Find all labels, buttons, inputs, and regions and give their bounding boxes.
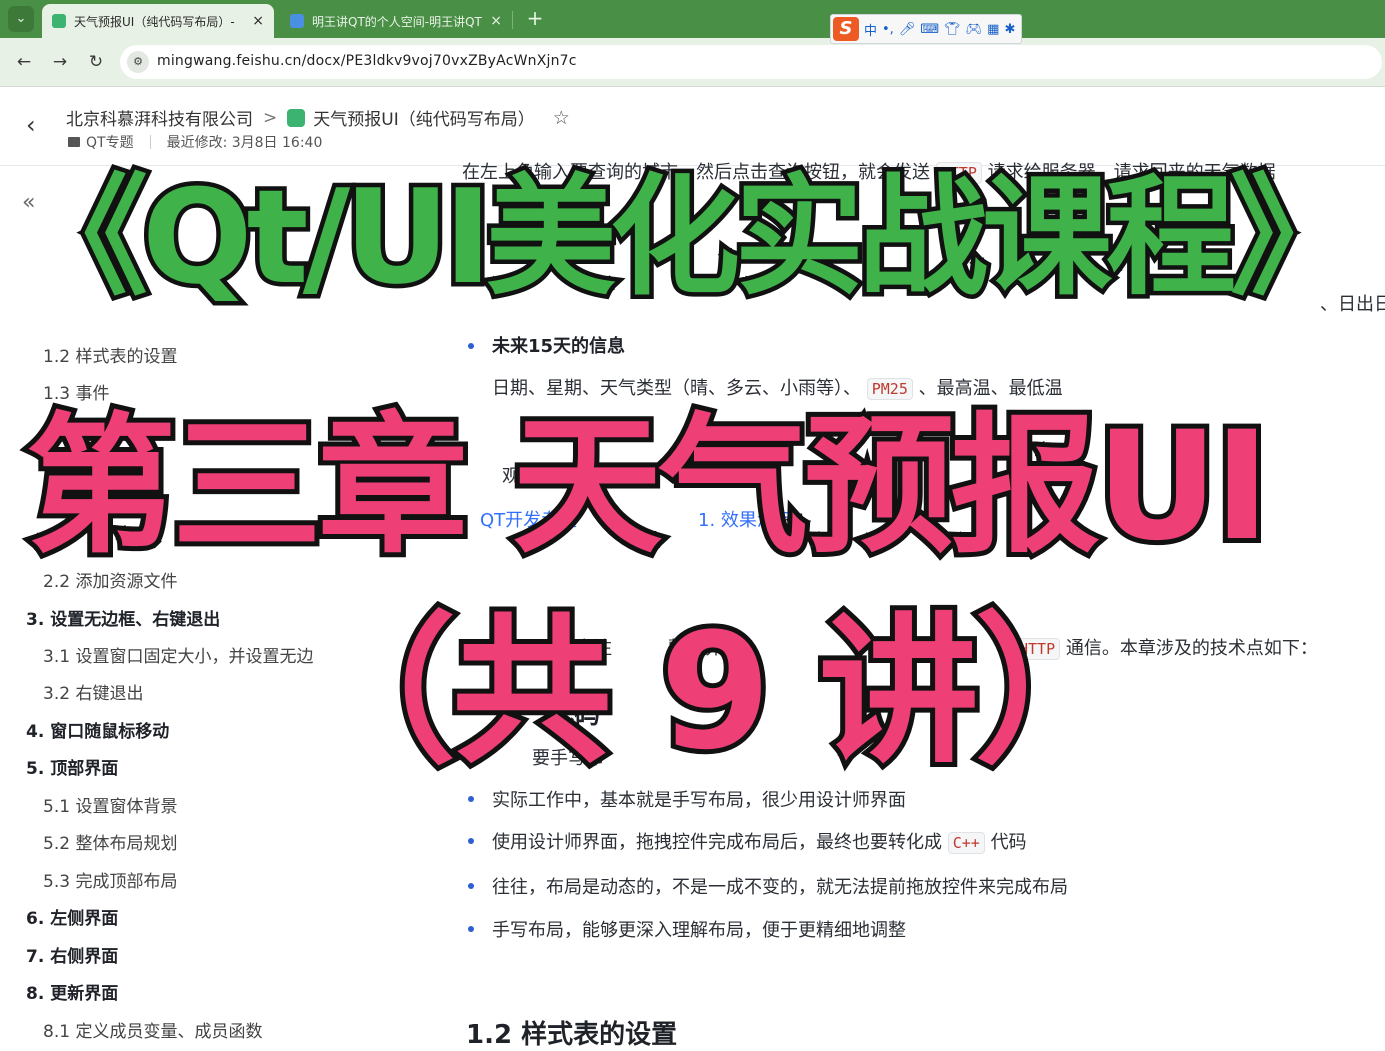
back-arrow-icon[interactable]: ←: [12, 50, 36, 74]
list-item: 实际工作中，基本就是手写布局，很少用设计师界面: [492, 790, 906, 811]
toc-item[interactable]: 8. 更新界面: [26, 979, 118, 1004]
punctuation-icon[interactable]: •,: [882, 22, 894, 37]
toc-item[interactable]: 8.1 定义成员变量、成员函数: [43, 1017, 262, 1042]
document-header: ‹ 北京科慕湃科技有限公司 > 天气预报UI（纯代码写布局） ☆ QT专题 最近…: [0, 87, 1385, 166]
breadcrumb-separator: >: [263, 107, 278, 128]
bullet-dot: [468, 883, 474, 889]
tab-divider: [512, 11, 513, 29]
list-item: 往往，布局是动态的，不是一成不变的，就无法提前拖放控件来完成布局: [492, 877, 1068, 898]
keyboard-icon[interactable]: ⌨: [920, 22, 939, 37]
sogou-logo-icon[interactable]: S: [833, 17, 859, 41]
text-run: 代码: [990, 832, 1027, 853]
url-text[interactable]: mingwang.feishu.cn/docx/PE3ldkv9voj70vxZ…: [157, 53, 577, 69]
tab-search-button[interactable]: ⌄: [8, 6, 34, 32]
toc-item[interactable]: 1.2 样式表的设置: [43, 342, 177, 367]
browser-toolbar: ← → ↻ ⚙ mingwang.feishu.cn/docx/PE3ldkv9…: [0, 38, 1385, 87]
list-item-heading: 未来15天的信息: [492, 336, 626, 357]
course-title-overlay: 《Qt/UI美化实战课程》: [13, 161, 1364, 313]
back-chevron-icon[interactable]: ‹: [26, 111, 36, 139]
toc-item[interactable]: 5.3 完成顶部布局: [43, 867, 177, 892]
list-item: 使用设计师界面，拖拽控件完成布局后，最终也要转化成 C++ 代码: [492, 828, 1027, 854]
forward-arrow-icon[interactable]: →: [48, 50, 72, 74]
space-icon: [290, 14, 304, 28]
text-run: 日期、星期、天气类型（晴、多云、小雨等）、: [492, 378, 861, 399]
toc-item[interactable]: 5.1 设置窗体背景: [43, 792, 177, 817]
toc-item[interactable]: 5. 顶部界面: [26, 754, 118, 779]
skin-icon[interactable]: 👕︎: [944, 22, 961, 37]
star-icon[interactable]: ☆: [553, 107, 570, 129]
ime-toolbar: S 中 •, 🎤︎ ⌨ 👕︎ 🎮︎ ▦ ✱: [830, 14, 1023, 44]
grid-icon[interactable]: ▦: [987, 22, 999, 37]
toc-item[interactable]: 5.2 整体布局规划: [43, 829, 177, 854]
toc-item[interactable]: 3.1 设置窗口固定大小，并设置无边: [43, 642, 313, 667]
bullet-dot: [468, 343, 474, 349]
site-info-icon[interactable]: ⚙: [127, 51, 149, 73]
doc-meta: QT专题 最近修改: 3月8日 16:40: [68, 132, 322, 152]
reload-icon[interactable]: ↻: [84, 50, 108, 74]
breadcrumb: 北京科慕湃科技有限公司 > 天气预报UI（纯代码写布局） ☆: [66, 105, 570, 131]
section-heading: 1.2 样式表的设置: [466, 1020, 678, 1050]
inline-code: C++: [947, 832, 985, 854]
bullet-dot: [468, 926, 474, 932]
tab-mingwang-space[interactable]: 明王讲QT的个人空间-明王讲QT ×: [280, 4, 512, 38]
address-bar[interactable]: ⚙ mingwang.feishu.cn/docx/PE3ldkv9voj70v…: [120, 45, 1382, 79]
new-tab-button[interactable]: +: [522, 6, 548, 32]
last-modified: 最近修改: 3月8日 16:40: [166, 135, 323, 151]
toc-item[interactable]: 7. 右侧界面: [26, 942, 118, 967]
breadcrumb-space[interactable]: 北京科慕湃科技有限公司: [66, 105, 253, 130]
tab-title: 天气预报UI（纯代码写布局）-: [74, 14, 235, 29]
microphone-icon[interactable]: 🎤︎: [899, 22, 916, 37]
toc-item[interactable]: 4. 窗口随鼠标移动: [26, 717, 169, 742]
bullet-dot: [468, 796, 474, 802]
toc-item[interactable]: 6. 左侧界面: [26, 904, 118, 929]
meta-divider: [149, 135, 151, 149]
tab-weather-ui[interactable]: 天气预报UI（纯代码写布局）- ×: [42, 4, 274, 38]
list-item: 手写布局，能够更深入理解布局，便于更精细地调整: [492, 920, 906, 941]
folder-icon: [68, 137, 80, 147]
lecture-count-overlay: （共 9 讲）: [291, 598, 1140, 785]
bullet-dot: [468, 838, 474, 844]
tab-title: 明王讲QT的个人空间-明王讲QT: [312, 14, 482, 29]
paragraph: 日期、星期、天气类型（晴、多云、小雨等）、 PM25 、最高温、最低温: [492, 374, 1063, 400]
game-icon[interactable]: 🎮︎: [966, 22, 983, 37]
doc-title[interactable]: 天气预报UI（纯代码写布局）: [313, 105, 534, 130]
toc-item[interactable]: 3.2 右键退出: [43, 679, 143, 704]
chapter-title-overlay: 第三章 天气预报UI: [21, 400, 1275, 574]
folder-label[interactable]: QT专题: [86, 132, 134, 152]
inline-code: PM25: [866, 378, 913, 400]
text-run: 使用设计师界面，拖拽控件完成布局后，最终也要转化成: [492, 832, 942, 853]
settings-icon[interactable]: ✱: [1004, 22, 1015, 37]
browser-tab-bar: ⌄ 天气预报UI（纯代码写布局）- × 明王讲QT的个人空间-明王讲QT × +: [0, 0, 1385, 38]
close-icon[interactable]: ×: [252, 13, 264, 29]
text-run: 、最高温、最低温: [918, 378, 1063, 399]
ime-mode-label[interactable]: 中: [864, 20, 877, 39]
feishu-doc-icon: [52, 14, 66, 28]
doc-icon: [287, 108, 306, 127]
close-icon[interactable]: ×: [490, 13, 502, 29]
toc-item[interactable]: 3. 设置无边框、右键退出: [26, 605, 220, 630]
